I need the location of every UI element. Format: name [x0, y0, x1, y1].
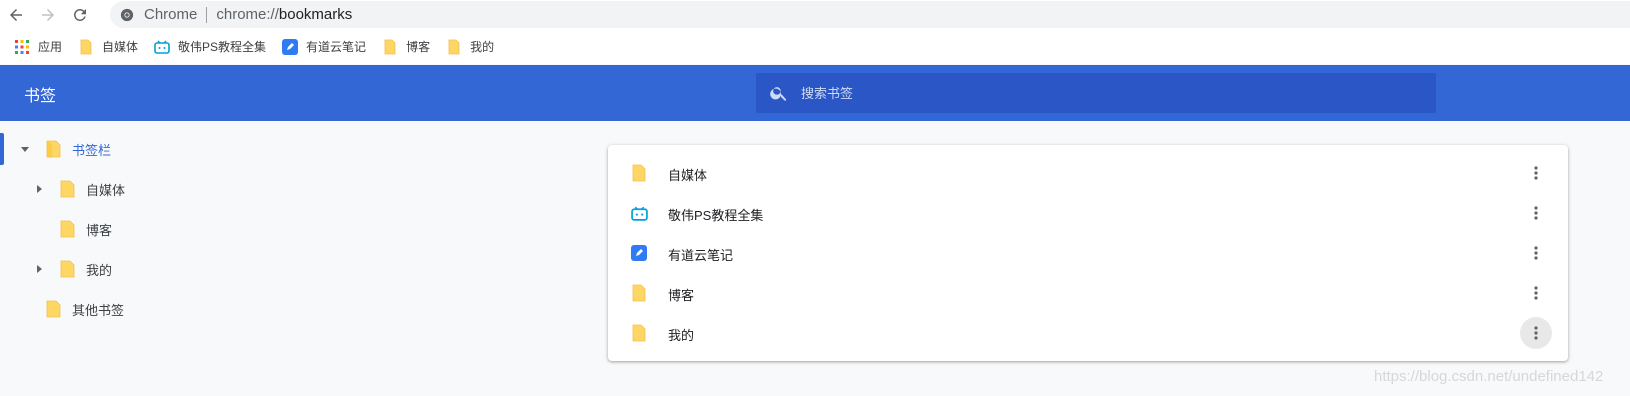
bookmark-label: 应用: [38, 40, 63, 54]
forward-arrow-icon: [42, 8, 54, 21]
sidebar-item-label: 我的: [86, 262, 113, 278]
bilibili-icon: [154, 39, 170, 55]
watermark-text: https://blog.csdn.net/undefined142: [1374, 368, 1604, 385]
youdao-note-icon: [282, 38, 299, 55]
collapse-arrow-icon[interactable]: [32, 182, 46, 196]
folder-icon: [60, 220, 75, 238]
list-item[interactable]: 博客: [608, 273, 1568, 313]
browser-toolbar: Chrome chrome://bookmarks: [0, 0, 1630, 29]
folder-icon: [630, 164, 648, 182]
reload-icon: [73, 8, 86, 21]
collapse-arrow-icon[interactable]: [32, 262, 46, 276]
list-item-label: 我的: [668, 328, 695, 343]
more-vert-icon: [1534, 326, 1538, 340]
url-host: bookmarks: [278, 6, 353, 23]
list-item-label: 敬伟PS教程全集: [668, 208, 764, 223]
omnibox-site-label: Chrome: [144, 6, 198, 23]
bookmarks-app-header: 书签: [0, 65, 1630, 121]
bookmark-folder-mine[interactable]: 我的: [446, 35, 494, 59]
more-vert-icon: [1534, 286, 1538, 300]
url-scheme: chrome://: [216, 6, 279, 23]
list-item[interactable]: 我的: [608, 313, 1568, 353]
page-title: 书签: [24, 88, 57, 105]
list-item[interactable]: 有道云笔记: [608, 233, 1568, 273]
more-actions-button[interactable]: [1520, 237, 1552, 269]
list-item[interactable]: 自媒体: [608, 153, 1568, 193]
youdao-note-icon: [630, 244, 648, 262]
more-actions-button[interactable]: [1520, 317, 1552, 349]
omnibox-divider: [206, 6, 208, 23]
folder-icon: [630, 324, 648, 342]
bookmark-label: 我的: [470, 40, 495, 54]
list-item-label: 博客: [668, 288, 695, 303]
more-vert-icon: [1534, 246, 1538, 260]
back-arrow-icon: [10, 8, 22, 21]
bilibili-icon: [630, 204, 648, 222]
chrome-icon: [120, 8, 134, 21]
bookmark-jingwei-ps[interactable]: 敬伟PS教程全集: [154, 35, 266, 59]
omnibox[interactable]: Chrome chrome://bookmarks: [110, 1, 1630, 28]
bookmark-folder-blog[interactable]: 博客: [382, 35, 430, 59]
sidebar-item-zimeiti[interactable]: 自媒体: [32, 169, 125, 209]
sidebar-item-label: 书签栏: [72, 142, 112, 158]
bookmark-label: 有道云笔记: [306, 40, 367, 54]
more-vert-icon: [1534, 206, 1538, 220]
folder-icon: [382, 39, 398, 55]
folder-icon: [60, 260, 75, 278]
list-item-label: 自媒体: [668, 168, 708, 183]
reload-button[interactable]: [64, 0, 96, 29]
folder-icon: [446, 39, 462, 55]
folder-icon: [630, 284, 648, 302]
more-actions-button[interactable]: [1520, 197, 1552, 229]
sidebar-item-other-bookmarks[interactable]: 其他书签: [46, 289, 124, 329]
list-item[interactable]: 敬伟PS教程全集: [608, 193, 1568, 233]
bookmark-label: 博客: [406, 40, 431, 54]
sidebar-item-mine[interactable]: 我的: [32, 249, 112, 289]
bookmark-list: 自媒体 敬伟PS教程全集 有道云笔记 博客 我的: [608, 145, 1568, 361]
bookmark-youdao-note[interactable]: 有道云笔记: [282, 35, 366, 59]
sidebar-item-label: 自媒体: [86, 182, 126, 198]
folder-icon: [60, 180, 75, 198]
list-item-label: 有道云笔记: [668, 248, 734, 263]
search-input[interactable]: [801, 85, 1401, 101]
bookmark-label: 敬伟PS教程全集: [178, 40, 267, 54]
selection-indicator: [0, 133, 4, 165]
more-actions-button[interactable]: [1520, 277, 1552, 309]
back-button[interactable]: [0, 0, 32, 29]
folder-icon: [46, 300, 61, 318]
sidebar-item-label: 其他书签: [72, 302, 125, 318]
bookmark-label: 自媒体: [102, 40, 139, 54]
more-vert-icon: [1534, 166, 1538, 180]
folder-open-icon: [46, 140, 61, 158]
expand-arrow-icon[interactable]: [18, 142, 32, 156]
apps-grid-icon: [14, 39, 30, 55]
forward-button[interactable]: [32, 0, 64, 29]
sidebar-item-label: 博客: [86, 222, 113, 238]
bookmarks-bar: 应用 自媒体 敬伟PS教程全集 有道云笔记 博客 我的: [0, 29, 1630, 64]
search-icon: [770, 87, 787, 101]
bookmark-apps[interactable]: 应用: [14, 35, 62, 59]
sidebar-item-blog[interactable]: 博客: [60, 209, 112, 249]
folder-icon: [78, 39, 94, 55]
sidebar-item-bookmarks-bar[interactable]: 书签栏: [18, 129, 111, 169]
bookmark-folder-zimeiti[interactable]: 自媒体: [78, 35, 138, 59]
search-bar[interactable]: [756, 73, 1436, 113]
more-actions-button[interactable]: [1520, 157, 1552, 189]
